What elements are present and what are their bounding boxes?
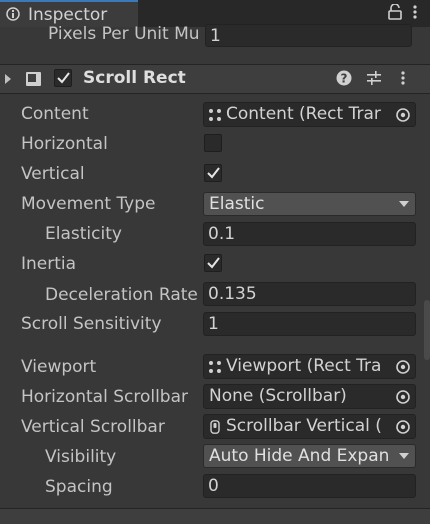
checkmark-icon <box>207 257 220 269</box>
rect-transform-icon <box>209 361 221 373</box>
pixels-per-unit-label: Pixels Per Unit Mu <box>48 24 200 44</box>
deceleration-rate-label: Deceleration Rate <box>45 285 198 305</box>
movement-type-dropdown[interactable]: Elastic <box>203 192 416 216</box>
horizontal-scrollbar-field[interactable]: None (Scrollbar) <box>203 384 416 409</box>
vertical-label: Vertical <box>21 164 85 184</box>
preset-icon[interactable] <box>366 70 382 86</box>
tab-inspector[interactable]: Inspector <box>0 0 138 27</box>
object-picker-icon[interactable] <box>391 415 415 439</box>
pixels-per-unit-field[interactable]: 1 <box>205 24 412 47</box>
object-picker-icon[interactable] <box>391 103 415 127</box>
rect-transform-icon <box>209 109 221 121</box>
next-component-header[interactable] <box>0 508 430 524</box>
object-picker-icon[interactable] <box>391 385 415 409</box>
elasticity-label: Elasticity <box>45 224 122 244</box>
content-value: Content (Rect Trar <box>226 104 381 124</box>
object-picker-icon[interactable] <box>391 355 415 379</box>
horizontal-scrollbar-value: None (Scrollbar) <box>209 386 347 406</box>
movement-type-value: Elastic <box>209 194 265 214</box>
component-icon <box>26 72 41 86</box>
viewport-field[interactable]: Viewport (Rect Tra <box>203 354 416 379</box>
vertical-scrollbar-value: Scrollbar Vertical ( <box>226 416 382 436</box>
deceleration-rate-field[interactable]: 0.135 <box>203 282 416 306</box>
spacing-field[interactable]: 0 <box>203 474 416 498</box>
inspector-scrollbar[interactable] <box>424 300 430 360</box>
component-header[interactable]: Scroll Rect ? <box>0 64 430 94</box>
movement-type-label: Movement Type <box>21 194 156 214</box>
checkmark-icon <box>207 167 220 179</box>
scroll-sensitivity-field[interactable]: 1 <box>203 312 416 336</box>
scroll-sensitivity-label: Scroll Sensitivity <box>21 314 162 334</box>
viewport-value: Viewport (Rect Tra <box>226 356 382 376</box>
elasticity-field[interactable]: 0.1 <box>203 222 416 246</box>
visibility-dropdown[interactable]: Auto Hide And Expan <box>203 444 416 468</box>
viewport-label: Viewport <box>21 357 97 377</box>
component-enabled-checkbox[interactable] <box>54 69 72 87</box>
scrollbar-icon <box>210 420 220 434</box>
horizontal-scrollbar-label: Horizontal Scrollbar <box>21 387 189 407</box>
chevron-down-icon <box>399 201 409 207</box>
vertical-checkbox[interactable] <box>204 164 222 182</box>
tab-title: Inspector <box>28 5 108 25</box>
component-title: Scroll Rect <box>83 68 186 88</box>
help-icon[interactable]: ? <box>336 70 352 86</box>
foldout-arrow-icon[interactable] <box>5 74 11 84</box>
chevron-down-icon <box>399 453 409 459</box>
inertia-checkbox[interactable] <box>204 254 222 272</box>
inertia-label: Inertia <box>21 254 77 274</box>
spacing-label: Spacing <box>45 477 113 497</box>
vertical-scrollbar-field[interactable]: Scrollbar Vertical ( <box>203 414 416 439</box>
vertical-scrollbar-label: Vertical Scrollbar <box>21 417 165 437</box>
svg-text:?: ? <box>341 72 348 86</box>
kebab-menu-icon[interactable] <box>412 4 418 20</box>
horizontal-checkbox[interactable] <box>204 134 222 152</box>
inspector-icon <box>6 7 20 21</box>
content-label: Content <box>21 104 89 124</box>
lock-icon[interactable] <box>388 4 402 20</box>
visibility-value: Auto Hide And Expan <box>209 446 390 466</box>
component-menu-icon[interactable] <box>400 70 406 86</box>
content-field[interactable]: Content (Rect Trar <box>203 102 416 127</box>
horizontal-label: Horizontal <box>21 134 108 154</box>
checkmark-icon <box>57 72 70 84</box>
visibility-label: Visibility <box>45 447 117 467</box>
